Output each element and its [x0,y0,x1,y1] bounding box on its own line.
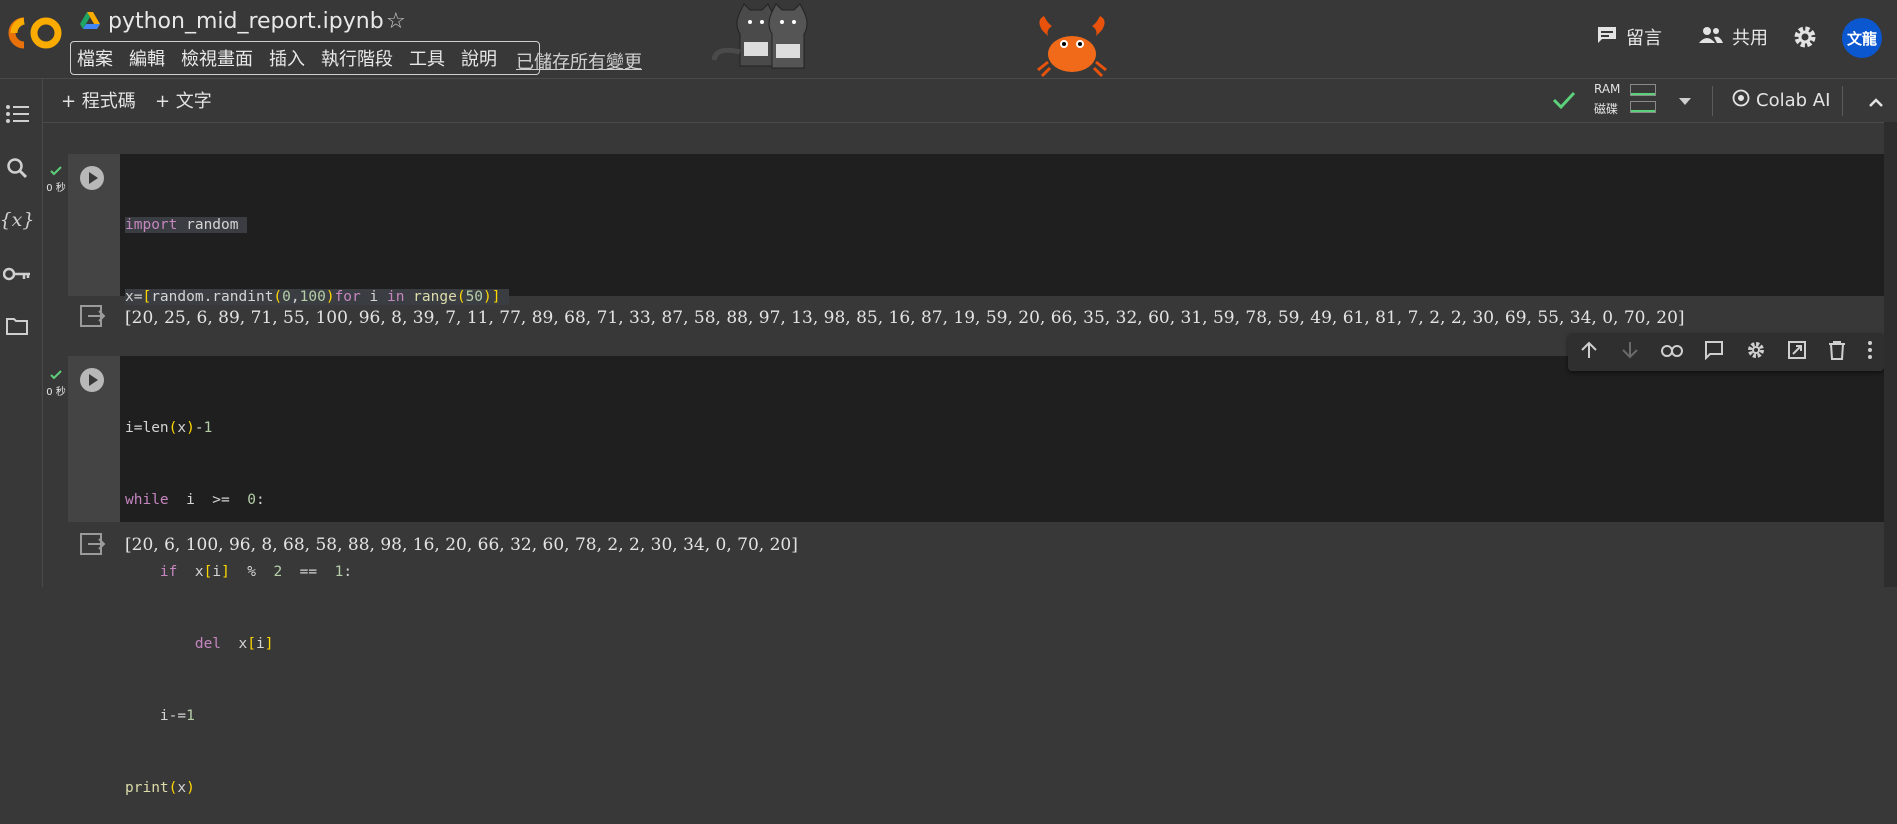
ram-meter[interactable] [1630,84,1656,96]
menu-bar: 檔案 編輯 檢視畫面 插入 執行階段 工具 說明 [70,41,540,75]
output-icon[interactable] [80,533,106,559]
gear-icon[interactable] [1746,340,1766,364]
exec-time: 0 秒 [46,387,66,398]
comment-label: 留言 [1626,28,1662,49]
comment-icon[interactable] [1704,340,1724,364]
left-rail: {x} [0,79,43,587]
move-up-icon[interactable] [1579,340,1599,364]
cell-status: 0 秒 [43,370,69,398]
exec-time: 0 秒 [46,183,66,194]
comment-icon [1596,25,1618,50]
variables-icon[interactable]: {x} [0,205,34,235]
code-editor[interactable] [120,356,1884,522]
connected-check-icon[interactable] [1552,90,1576,114]
disk-meter[interactable] [1630,101,1656,113]
toolbar-divider [1712,86,1713,116]
run-cell-button[interactable] [80,166,104,190]
menu-file[interactable]: 檔案 [77,45,113,71]
menu-edit[interactable]: 編輯 [129,45,165,71]
colab-ai-icon [1732,89,1750,112]
saved-status-link[interactable]: 已儲存所有變更 [516,48,642,74]
ram-label: RAM [1594,82,1621,96]
add-code-button[interactable]: + 程式碼 [61,87,136,113]
cell-toolbar [1568,333,1884,371]
check-icon [50,166,62,176]
key-icon[interactable] [2,259,32,289]
colab-ai-label: Colab AI [1756,90,1831,111]
menu-help[interactable]: 說明 [461,45,497,71]
avatar[interactable]: 文龍 [1842,18,1882,58]
comment-button[interactable]: 留言 [1596,24,1662,50]
chevron-up-icon[interactable] [1868,92,1884,111]
delete-icon[interactable] [1828,340,1846,364]
star-icon[interactable]: ☆ [386,9,406,34]
colab-logo[interactable] [8,15,64,51]
share-button[interactable]: 共用 [1698,24,1768,50]
add-text-button[interactable]: + 文字 [155,87,212,113]
mirror-cell-icon[interactable] [1787,340,1807,364]
folder-icon[interactable] [2,311,32,341]
cell-output: [20, 25, 6, 89, 71, 55, 100, 96, 8, 39, … [125,308,1685,328]
output-icon[interactable] [80,305,106,331]
crab-decoration [1034,14,1110,78]
menu-insert[interactable]: 插入 [269,45,305,71]
code-line: i=len(x)-1 while i >= 0: if x[i] % 2 == … [125,420,353,796]
cell-output: [20, 6, 100, 96, 8, 68, 58, 88, 98, 16, … [125,535,798,555]
more-vert-icon[interactable] [1867,340,1873,364]
menu-view[interactable]: 檢視畫面 [181,45,253,71]
check-icon [50,370,62,380]
run-cell-button[interactable] [80,368,104,392]
table-of-contents-icon[interactable] [2,99,32,129]
search-icon[interactable] [2,153,32,183]
toolbar-divider [1842,86,1843,116]
cats-decoration [706,2,836,74]
menu-runtime[interactable]: 執行階段 [321,45,393,71]
cell-status: 0 秒 [43,166,69,194]
scrollbar[interactable] [1884,122,1897,587]
chevron-down-icon[interactable] [1678,92,1692,111]
menu-tools[interactable]: 工具 [409,45,445,71]
drive-icon[interactable] [80,12,100,34]
disk-label: 磁碟 [1594,102,1619,116]
gear-icon[interactable] [1792,24,1818,54]
colab-ai-button[interactable]: Colab AI [1732,89,1830,112]
people-icon [1698,25,1724,50]
notebook-title[interactable]: python_mid_report.ipynb [108,9,384,34]
share-label: 共用 [1732,28,1768,49]
link-icon[interactable] [1661,343,1684,362]
move-down-icon[interactable] [1620,340,1640,364]
